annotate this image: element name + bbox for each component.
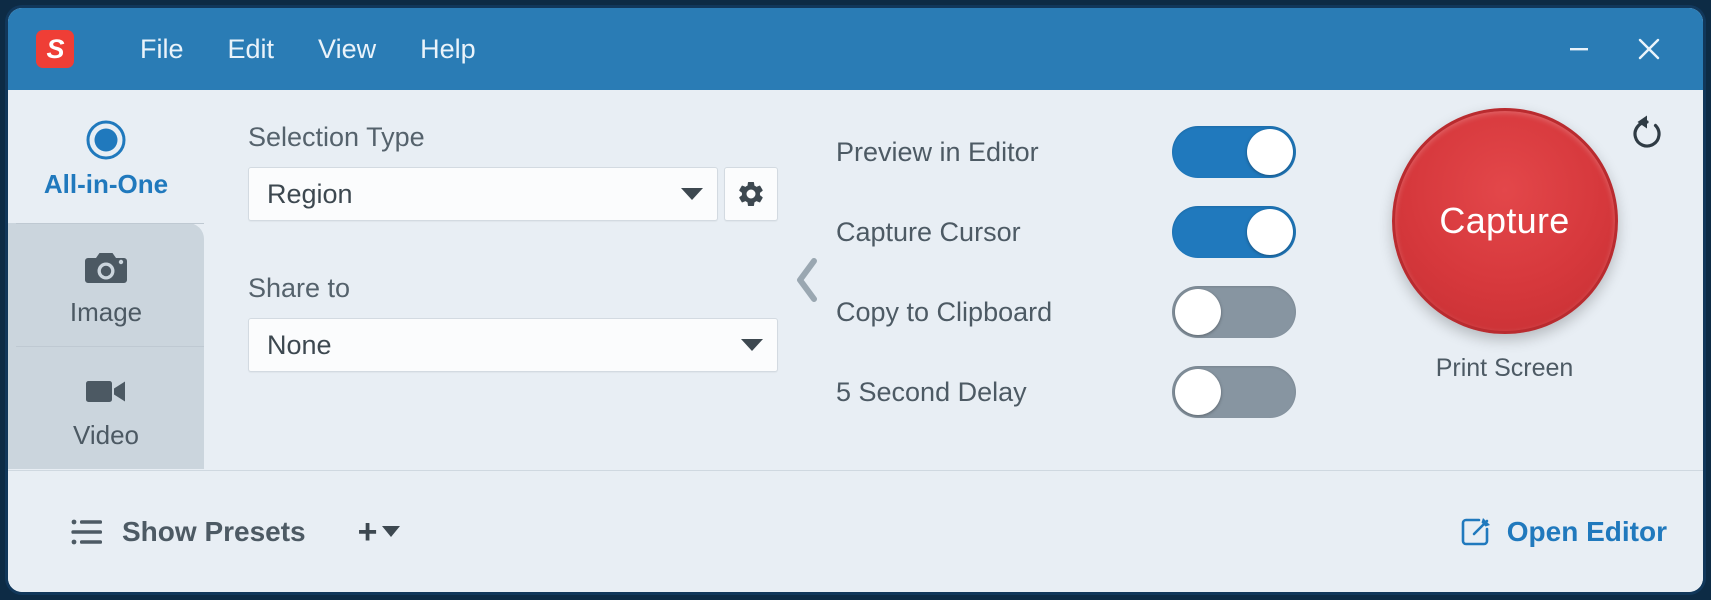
- dropdown-column: Selection Type Region Share to None: [248, 90, 778, 470]
- list-icon: [71, 519, 102, 544]
- close-button[interactable]: [1617, 21, 1681, 77]
- menu-bar: File Edit View Help: [118, 28, 498, 71]
- share-to-row: None: [248, 318, 778, 372]
- capture-button-label: Capture: [1439, 200, 1570, 241]
- toggle-5-second-delay[interactable]: [1172, 366, 1296, 418]
- open-editor-button[interactable]: Open Editor: [1459, 515, 1667, 549]
- mode-sidebar: All-in-One Image Video: [8, 90, 204, 470]
- toggle-row-5-second-delay: 5 Second Delay: [836, 352, 1306, 432]
- snagit-logo: S: [36, 30, 74, 68]
- menu-item-file[interactable]: File: [118, 28, 206, 71]
- sidebar-item-label-all-in-one: All-in-One: [43, 169, 169, 199]
- menu-item-view[interactable]: View: [296, 28, 398, 71]
- toggle-column: Preview in Editor Capture Cursor Copy to…: [836, 90, 1306, 470]
- selection-type-select[interactable]: Region: [248, 167, 718, 221]
- toggle-label-5-second-delay: 5 Second Delay: [836, 376, 1027, 407]
- toggle-row-capture-cursor: Capture Cursor: [836, 192, 1306, 272]
- menu-item-edit[interactable]: Edit: [206, 28, 297, 71]
- field-spacer: [248, 221, 778, 273]
- reset-button[interactable]: [1621, 108, 1673, 160]
- minimize-icon: [1570, 48, 1588, 51]
- toggle-knob: [1175, 289, 1221, 335]
- chevron-down-icon: [741, 339, 763, 351]
- sidebar-divider: [16, 223, 204, 224]
- capture-button[interactable]: Capture: [1391, 108, 1618, 334]
- selection-type-value: Region: [267, 178, 353, 209]
- menu-item-help[interactable]: Help: [398, 28, 498, 71]
- edit-square-icon: [1461, 517, 1490, 545]
- toggle-capture-cursor[interactable]: [1172, 206, 1296, 258]
- sidebar-item-video[interactable]: Video: [8, 346, 204, 469]
- toggle-preview-in-editor[interactable]: [1172, 126, 1296, 178]
- collapse-panel-button[interactable]: [778, 90, 836, 470]
- chevron-down-icon: [681, 188, 703, 200]
- sidebar-item-image[interactable]: Image: [8, 223, 204, 346]
- capture-column: Capture Print Screen: [1306, 90, 1703, 470]
- camera-icon: [82, 241, 130, 295]
- share-to-label: Share to: [248, 273, 351, 303]
- bottom-bar: Show Presets + Open Editor: [8, 470, 1703, 592]
- selection-type-settings-button[interactable]: [724, 167, 778, 221]
- capture-hotkey-hint: Print Screen: [1435, 354, 1574, 382]
- window-controls: [1547, 21, 1681, 77]
- minimize-button[interactable]: [1547, 21, 1611, 77]
- toggle-knob: [1247, 209, 1293, 255]
- main-body: All-in-One Image Video Selection Type Re…: [8, 90, 1703, 470]
- plus-icon: +: [357, 512, 378, 551]
- toggle-label-preview-in-editor: Preview in Editor: [836, 136, 1039, 167]
- selection-type-row: Region: [248, 167, 778, 221]
- toggle-knob: [1247, 129, 1293, 175]
- reset-icon: [1633, 115, 1661, 148]
- share-to-value: None: [267, 329, 332, 360]
- toggle-copy-to-clipboard[interactable]: [1172, 286, 1296, 338]
- all-in-one-icon: [83, 113, 129, 167]
- share-to-select[interactable]: None: [248, 318, 778, 372]
- toggle-row-copy-to-clipboard: Copy to Clipboard: [836, 272, 1306, 352]
- show-presets-label: Show Presets: [122, 515, 306, 547]
- gear-icon: [739, 181, 763, 207]
- title-bar: S File Edit View Help: [8, 8, 1703, 90]
- sidebar-item-label-video: Video: [72, 420, 140, 450]
- sidebar-divider: [16, 346, 204, 347]
- video-camera-icon: [82, 364, 130, 418]
- chevron-left-icon: [797, 258, 817, 302]
- toggle-knob: [1175, 369, 1221, 415]
- toggle-label-capture-cursor: Capture Cursor: [836, 216, 1021, 247]
- sidebar-item-label-image: Image: [69, 297, 143, 327]
- sidebar-item-all-in-one[interactable]: All-in-One: [8, 90, 204, 223]
- toggle-row-preview-in-editor: Preview in Editor: [836, 112, 1306, 192]
- selection-type-label: Selection Type: [248, 122, 425, 152]
- snagit-logo-letter: S: [46, 33, 64, 64]
- open-editor-label: Open Editor: [1506, 515, 1667, 547]
- toggle-label-copy-to-clipboard: Copy to Clipboard: [836, 296, 1053, 327]
- close-icon: [1638, 38, 1660, 60]
- add-preset-button[interactable]: +: [358, 515, 400, 549]
- show-presets-button[interactable]: Show Presets: [70, 516, 306, 548]
- snagit-capture-window: S File Edit View Help All-in-One Image V…: [8, 8, 1703, 592]
- settings-panel: Selection Type Region Share to None Prev…: [204, 90, 1703, 470]
- chevron-down-icon: [381, 526, 400, 537]
